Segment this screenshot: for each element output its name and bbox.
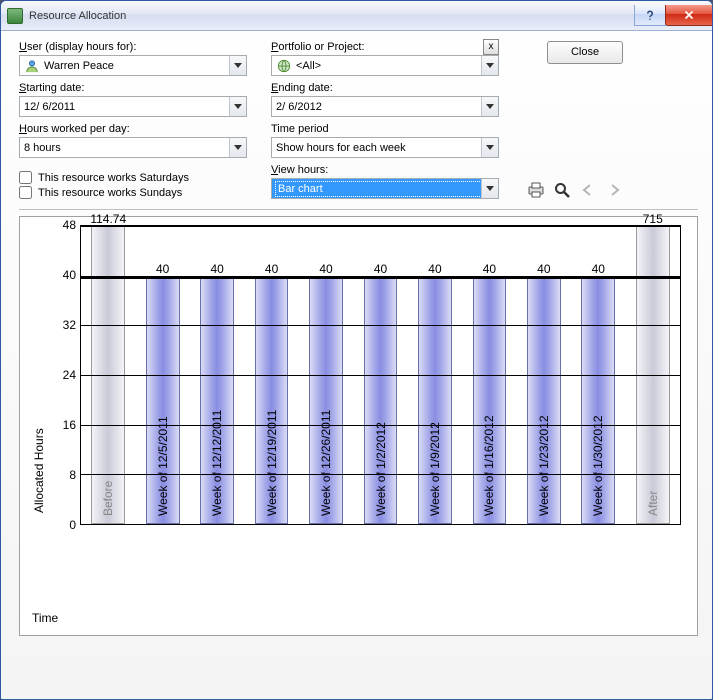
chart-xtick: Before: [101, 481, 115, 524]
chart-value-label: 40: [537, 262, 550, 276]
chart-xtick: After: [646, 491, 660, 524]
checkbox-input[interactable]: [19, 171, 32, 184]
chart-value-label: 715: [643, 212, 663, 226]
label-user: User (display hours for):: [19, 41, 247, 53]
zoom-icon[interactable]: [553, 181, 571, 199]
chevron-down-icon[interactable]: [229, 97, 246, 116]
chart-value-label: 40: [428, 262, 441, 276]
print-icon[interactable]: [527, 181, 545, 199]
chart-yaxis: 081624324048: [46, 225, 80, 525]
label-hours-per-day: Hours worked per day:: [19, 123, 247, 135]
chart-xtick: Week of 1/2/2012: [374, 422, 388, 524]
label-portfolio: Portfolio or Project:: [271, 41, 499, 53]
chevron-down-icon[interactable]: [481, 138, 498, 157]
starting-date-picker[interactable]: 12/ 6/2011: [19, 96, 247, 117]
chart-xtick: Week of 12/19/2011: [265, 410, 279, 524]
label-view-hours: View hours:: [271, 164, 499, 176]
chevron-down-icon[interactable]: [481, 179, 498, 198]
person-icon: [24, 58, 40, 74]
chart-value-label: 40: [319, 262, 332, 276]
app-icon: [7, 8, 23, 24]
chart-value-label: 40: [374, 262, 387, 276]
works-saturdays-checkbox[interactable]: This resource works Saturdays: [19, 171, 247, 184]
chevron-down-icon[interactable]: [481, 56, 498, 75]
view-hours-value: Bar chart: [276, 182, 481, 196]
works-sundays-checkbox[interactable]: This resource works Sundays: [19, 186, 247, 199]
chart-xlabel: Time: [32, 611, 58, 625]
chart-xtick: Week of 12/5/2011: [156, 416, 170, 524]
titlebar[interactable]: Resource Allocation: [1, 1, 712, 31]
chart-xtick: Week of 1/30/2012: [591, 415, 605, 524]
user-combo[interactable]: Warren Peace: [19, 55, 247, 76]
window-title: Resource Allocation: [29, 10, 634, 22]
chart-xtick: Week of 1/9/2012: [428, 422, 442, 524]
starting-date-value: 12/ 6/2011: [24, 101, 229, 113]
chart-value-label: 40: [483, 262, 496, 276]
globe-icon: [276, 58, 292, 74]
label-ending: Ending date:: [271, 82, 499, 94]
help-button[interactable]: [634, 5, 666, 26]
ending-date-picker[interactable]: 2/ 6/2012: [271, 96, 499, 117]
chart-value-label: 114.74: [90, 212, 126, 226]
allocation-chart: Allocated Hours 081624324048 114.7440404…: [19, 216, 698, 636]
hours-per-day-value: 8 hours: [24, 142, 229, 154]
chart-value-label: 40: [265, 262, 278, 276]
chart-value-label: 40: [592, 262, 605, 276]
chevron-down-icon[interactable]: [481, 97, 498, 116]
hours-per-day-combo[interactable]: 8 hours: [19, 137, 247, 158]
time-period-combo[interactable]: Show hours for each week: [271, 137, 499, 158]
chart-ylabel: Allocated Hours: [28, 225, 46, 627]
separator: [19, 209, 698, 210]
ending-date-value: 2/ 6/2012: [276, 101, 481, 113]
time-period-value: Show hours for each week: [276, 142, 481, 154]
portfolio-value: <All>: [296, 60, 481, 72]
arrow-right-icon: [605, 181, 623, 199]
chart-xtick: Week of 12/12/2011: [210, 410, 224, 524]
close-button[interactable]: Close: [547, 41, 623, 64]
chevron-down-icon[interactable]: [229, 56, 246, 75]
arrow-left-icon: [579, 181, 597, 199]
clear-project-button[interactable]: x: [483, 39, 499, 55]
content-area: User (display hours for): Warren Peace P…: [1, 31, 712, 650]
label-time-period: Time period: [271, 123, 499, 135]
chart-value-label: 40: [210, 262, 223, 276]
window-close-button[interactable]: [665, 5, 713, 26]
resource-allocation-dialog: Resource Allocation User (display hours …: [0, 0, 713, 700]
works-sundays-label: This resource works Sundays: [38, 187, 182, 199]
portfolio-combo[interactable]: <All> x: [271, 55, 499, 76]
chevron-down-icon[interactable]: [229, 138, 246, 157]
chart-plot-area: 114.74404040404040404040715 BeforeWeek o…: [80, 225, 681, 525]
chart-xtick: Week of 12/26/2011: [319, 410, 333, 524]
works-saturdays-label: This resource works Saturdays: [38, 172, 189, 184]
user-value: Warren Peace: [44, 60, 229, 72]
label-starting: Starting date:: [19, 82, 247, 94]
view-hours-combo[interactable]: Bar chart: [271, 178, 499, 199]
chart-xtick: Week of 1/16/2012: [482, 415, 496, 524]
checkbox-input[interactable]: [19, 186, 32, 199]
chart-xtick: Week of 1/23/2012: [537, 415, 551, 524]
chart-value-label: 40: [156, 262, 169, 276]
